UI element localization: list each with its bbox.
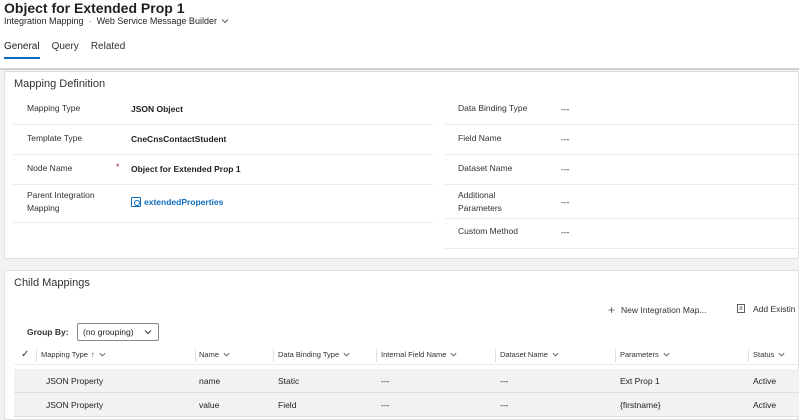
cell-mapping-type: JSON Property <box>46 376 104 386</box>
cell-dataset-name: --- <box>500 376 509 386</box>
cell-name: value <box>199 400 220 410</box>
entity-name: Integration Mapping <box>4 16 84 26</box>
required-marker: * <box>116 162 120 172</box>
new-button-label: New Integration Map... <box>621 305 707 315</box>
mapping-definition-section: Mapping Definition Mapping Type JSON Obj… <box>4 71 799 259</box>
field-divider <box>445 124 798 125</box>
column-divider <box>376 349 377 362</box>
form-name: Web Service Message Builder <box>96 16 217 26</box>
chevron-down-icon <box>778 352 785 357</box>
field-divider <box>13 222 433 223</box>
table-row[interactable]: JSON Property name Static --- --- Ext Pr… <box>14 369 799 393</box>
field-divider <box>445 154 798 155</box>
tab-query[interactable]: Query <box>52 41 79 59</box>
field-divider <box>445 248 798 249</box>
parent-mapping-link[interactable]: extendedProperties <box>131 197 223 207</box>
column-divider <box>495 349 496 362</box>
cell-status: Active <box>753 400 777 410</box>
cell-name: name <box>199 376 221 386</box>
table-row[interactable]: JSON Property value Field --- --- {first… <box>14 393 799 417</box>
custom-method-value[interactable]: --- <box>561 227 570 237</box>
mapping-type-value[interactable]: JSON Object <box>131 104 183 114</box>
column-header-dataset-name[interactable]: Dataset Name <box>500 350 560 359</box>
dataset-name-label: Dataset Name <box>458 163 513 173</box>
column-header-parameters[interactable]: Parameters <box>620 350 671 359</box>
cell-dataset-name: --- <box>500 400 509 410</box>
data-binding-type-value[interactable]: --- <box>561 104 570 114</box>
cell-internal-field-name: --- <box>381 376 390 386</box>
column-header-internal-field-name[interactable]: Internal Field Name <box>381 350 458 359</box>
column-header-status[interactable]: Status <box>753 350 786 359</box>
lookup-record-icon <box>131 197 141 207</box>
record-title: Object for Extended Prop 1 <box>4 0 185 16</box>
plus-icon: + <box>608 303 616 317</box>
sort-ascending-icon: ↑ <box>90 350 95 359</box>
field-divider <box>13 124 433 125</box>
form-tabs: General Query Related <box>4 41 137 59</box>
field-divider <box>445 184 798 185</box>
parent-mapping-value: extendedProperties <box>144 197 224 207</box>
column-header-name[interactable]: Name <box>199 350 231 359</box>
column-divider <box>273 349 274 362</box>
dataset-name-value[interactable]: --- <box>561 164 570 174</box>
additional-parameters-label: Additional Parameters <box>458 190 502 213</box>
group-by-select[interactable]: (no grouping) <box>77 323 159 341</box>
grid-header: ✓ Mapping Type ↑ Name Data Binding Type … <box>14 347 799 365</box>
section-title: Child Mappings <box>14 277 90 289</box>
checkmark-icon[interactable]: ✓ <box>21 349 29 360</box>
data-binding-type-label: Data Binding Type <box>458 103 528 113</box>
additional-parameters-value[interactable]: --- <box>561 197 570 207</box>
group-by-selected: (no grouping) <box>83 327 134 337</box>
cell-mapping-type: JSON Property <box>46 400 104 410</box>
template-type-label: Template Type <box>27 133 83 143</box>
separator-dot: · <box>88 16 92 26</box>
tab-related[interactable]: Related <box>91 41 125 59</box>
child-mappings-section: Child Mappings + New Integration Map... … <box>4 270 799 420</box>
template-type-value[interactable]: CneCnsContactStudent <box>131 134 226 144</box>
node-name-label: Node Name <box>27 163 73 173</box>
chevron-down-icon <box>663 352 670 357</box>
column-header-data-binding-type[interactable]: Data Binding Type <box>278 350 351 359</box>
section-title: Mapping Definition <box>14 78 106 90</box>
form-selector[interactable]: Web Service Message Builder <box>97 16 230 26</box>
column-divider <box>615 349 616 362</box>
tab-general[interactable]: General <box>4 41 40 59</box>
node-name-value[interactable]: Object for Extended Prop 1 <box>131 164 241 174</box>
group-by-label: Group By: <box>27 327 69 337</box>
cell-parameters: Ext Prop 1 <box>620 376 660 386</box>
custom-method-label: Custom Method <box>458 226 518 236</box>
column-divider <box>195 349 196 362</box>
mapping-type-label: Mapping Type <box>27 103 81 113</box>
add-existing-icon <box>737 304 745 313</box>
field-divider <box>13 184 433 185</box>
field-name-value[interactable]: --- <box>561 134 570 144</box>
parent-mapping-label: Parent Integration Mapping <box>27 190 95 213</box>
cell-data-binding-type: Field <box>278 400 297 410</box>
cell-parameters: {firstname} <box>620 400 661 410</box>
chevron-down-icon <box>450 352 457 357</box>
chevron-down-icon <box>144 330 152 335</box>
form-header: Object for Extended Prop 1 Integration M… <box>0 0 799 68</box>
add-existing-button[interactable]: Add Existin <box>736 303 796 314</box>
record-subtitle: Integration Mapping · Web Service Messag… <box>4 16 230 26</box>
chevron-down-icon <box>221 19 229 24</box>
chevron-down-icon <box>99 352 106 357</box>
new-integration-mapping-button[interactable]: + New Integration Map... <box>608 303 707 317</box>
cell-data-binding-type: Static <box>278 376 300 386</box>
chevron-down-icon <box>343 352 350 357</box>
field-name-label: Field Name <box>458 133 502 143</box>
column-divider <box>36 349 37 362</box>
cell-status: Active <box>753 376 777 386</box>
field-divider <box>445 218 798 219</box>
cell-internal-field-name: --- <box>381 400 390 410</box>
add-existing-label: Add Existin <box>753 303 796 314</box>
column-divider <box>748 349 749 362</box>
chevron-down-icon <box>223 352 230 357</box>
chevron-down-icon <box>552 352 559 357</box>
header-divider <box>0 68 799 70</box>
column-header-mapping-type[interactable]: Mapping Type ↑ <box>41 350 107 359</box>
field-divider <box>13 154 433 155</box>
